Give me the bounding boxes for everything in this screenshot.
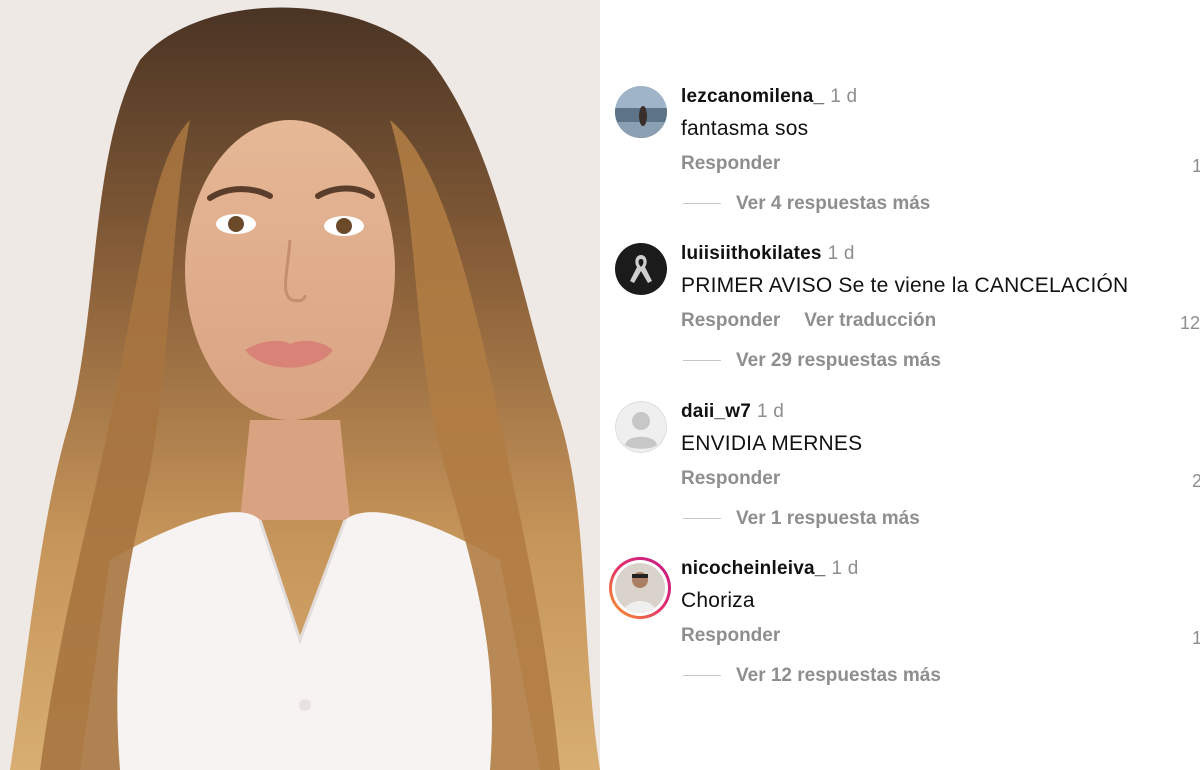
- replies-divider: [683, 675, 721, 677]
- portrait-photo: [0, 0, 600, 770]
- view-replies-label: Ver 1 respuesta más: [736, 508, 920, 529]
- comment-username[interactable]: luiisiithokilates: [681, 243, 822, 264]
- comment-time: 1 d: [827, 243, 855, 264]
- comment-text: fantasma sos: [681, 117, 809, 140]
- view-replies-button[interactable]: Ver 4 respuestas más: [683, 193, 930, 215]
- mourning-ribbon-icon[interactable]: [615, 243, 667, 295]
- comment-actions: Responder: [681, 153, 804, 175]
- like-count: 1: [1192, 156, 1200, 176]
- comment-header: nicocheinleiva_ 1 d: [681, 558, 859, 580]
- like-count: 1: [1192, 628, 1200, 648]
- replies-divider: [683, 203, 721, 205]
- comment-text: Choriza: [681, 589, 755, 612]
- reply-button[interactable]: Responder: [681, 153, 780, 174]
- view-replies-label: Ver 4 respuestas más: [736, 193, 931, 214]
- like-count: 12,: [1180, 313, 1200, 333]
- comment-text: ENVIDIA MERNES: [681, 432, 863, 455]
- comment-header: lezcanomilena_ 1 d: [681, 86, 857, 108]
- reply-button[interactable]: Responder: [681, 310, 780, 331]
- reply-button[interactable]: Responder: [681, 625, 780, 646]
- comment-username[interactable]: daii_w7: [681, 401, 751, 422]
- comment-time: 1 d: [831, 558, 859, 579]
- view-replies-button[interactable]: Ver 29 respuestas más: [683, 350, 941, 372]
- comment-actions: Responder: [681, 468, 804, 490]
- comment-text: PRIMER AVISO Se te viene la CANCELACIÓN: [681, 274, 1129, 297]
- comment-actions: Responder: [681, 625, 804, 647]
- comment-header: luiisiithokilates 1 d: [681, 243, 855, 265]
- view-replies-button[interactable]: Ver 1 respuesta más: [683, 508, 920, 530]
- view-replies-button[interactable]: Ver 12 respuestas más: [683, 665, 941, 687]
- comments-panel: lezcanomilena_ 1 d fantasma sos Responder…: [600, 0, 1200, 770]
- comment-time: 1 d: [830, 86, 858, 107]
- comment-time: 1 d: [757, 401, 785, 422]
- comment-actions: Responder Ver traducción: [681, 310, 960, 332]
- comment-username[interactable]: nicocheinleiva_: [681, 558, 826, 579]
- default-user-icon[interactable]: [615, 401, 667, 453]
- view-replies-label: Ver 12 respuestas más: [736, 665, 941, 686]
- comment-header: daii_w7 1 d: [681, 401, 784, 423]
- story-ring-avatar-icon[interactable]: [608, 556, 672, 620]
- reply-button[interactable]: Responder: [681, 468, 780, 489]
- portrait-illustration: [0, 0, 600, 770]
- translate-button[interactable]: Ver traducción: [804, 310, 936, 331]
- comment-username[interactable]: lezcanomilena_: [681, 86, 824, 107]
- like-count: 2: [1192, 471, 1200, 491]
- view-replies-label: Ver 29 respuestas más: [736, 350, 941, 371]
- replies-divider: [683, 518, 721, 520]
- replies-divider: [683, 360, 721, 362]
- photo-avatar-icon[interactable]: [615, 86, 667, 138]
